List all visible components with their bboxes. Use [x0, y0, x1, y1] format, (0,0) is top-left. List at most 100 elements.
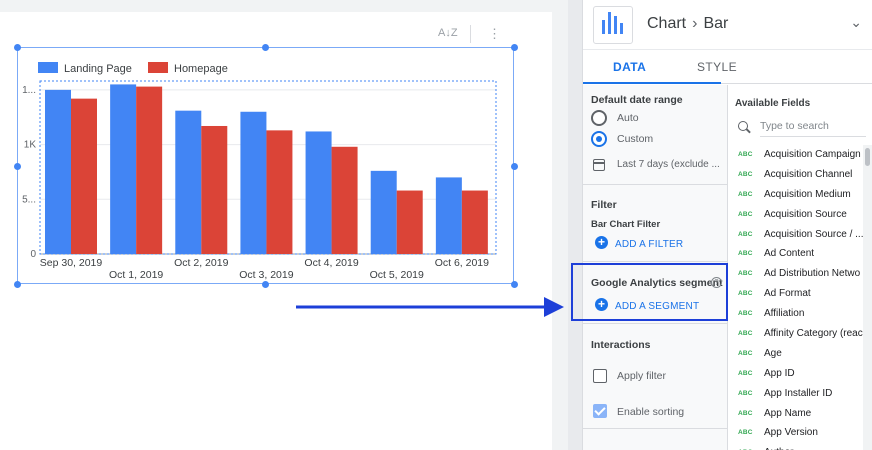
text-type-icon: ABC	[738, 409, 753, 417]
bar-landing-page	[370, 170, 397, 254]
apply-filter-checkbox[interactable]	[593, 369, 607, 383]
y-tick-label: 0	[30, 249, 36, 260]
field-item[interactable]: ABC Acquisition Source	[728, 205, 872, 225]
bar-chart-svg: 0 5... 1K 1... Sep 30, 2019 Oct 1, 2019 Oct 2,…	[22, 62, 497, 281]
field-name: Acquisition Channel	[764, 168, 853, 180]
date-range-title: Default date range	[591, 94, 683, 106]
field-name: Ad Format	[764, 288, 811, 300]
field-name: Ad Distribution Netwo	[764, 268, 861, 280]
add-filter-plus-icon[interactable]: +	[595, 236, 608, 249]
segment-highlight-box	[571, 263, 728, 321]
interactions-title: Interactions	[591, 339, 651, 351]
legend-label: Landing Page	[64, 63, 132, 75]
apply-filter-label[interactable]: Apply filter	[617, 370, 666, 382]
section-divider	[583, 184, 728, 185]
x-tick-label: Oct 6, 2019	[435, 257, 489, 269]
section-divider	[583, 261, 728, 262]
panel-tabs: DATA STYLE	[583, 50, 872, 84]
field-item[interactable]: ABC Acquisition Source / ...	[728, 225, 872, 245]
annotation-arrow	[296, 297, 564, 317]
search-icon	[738, 121, 748, 131]
radio-auto[interactable]	[591, 110, 607, 126]
field-item[interactable]: ABC Ad Format	[728, 284, 872, 304]
more-vertical-icon[interactable]: ⋮	[488, 27, 501, 41]
text-type-icon: ABC	[738, 429, 753, 437]
chevron-down-icon[interactable]: ⌄	[850, 14, 862, 31]
field-search-input[interactable]	[760, 115, 866, 137]
x-tick-label: Sep 30, 2019	[40, 257, 103, 269]
available-fields-column: Available Fields ABC Acquisition Campaign…	[728, 85, 872, 450]
text-type-icon: ABC	[738, 270, 753, 278]
resize-handle-top-left[interactable]	[14, 44, 21, 51]
field-name: App Version	[764, 427, 818, 439]
resize-handle-top[interactable]	[262, 44, 269, 51]
tab-data[interactable]: DATA	[613, 60, 646, 74]
sort-az-icon[interactable]: A↓Z	[438, 27, 458, 39]
bar-homepage	[136, 86, 163, 254]
add-filter-button[interactable]: ADD A FILTER	[615, 239, 683, 250]
legend-swatch	[38, 62, 58, 73]
field-item[interactable]: ABC Affinity Category (reac	[728, 324, 872, 344]
tab-style[interactable]: STYLE	[697, 60, 737, 74]
field-item[interactable]: ABC App ID	[728, 364, 872, 384]
radio-auto-label[interactable]: Auto	[617, 112, 639, 124]
text-type-icon: ABC	[738, 250, 753, 258]
field-name: App Name	[764, 407, 812, 419]
bar-homepage	[331, 146, 358, 254]
field-item[interactable]: ABC Affiliation	[728, 304, 872, 324]
bar-chart-type-icon[interactable]	[593, 6, 633, 44]
radio-custom-label[interactable]: Custom	[617, 133, 653, 145]
bar-chart[interactable]: 0 5... 1K 1... Sep 30, 2019 Oct 1, 2019 Oct 2,…	[17, 47, 514, 284]
text-type-icon: ABC	[738, 369, 753, 377]
resize-handle-left[interactable]	[14, 163, 21, 170]
enable-sorting-checkbox[interactable]	[593, 404, 607, 418]
bar-homepage	[461, 190, 488, 254]
field-name: Affiliation	[764, 308, 805, 320]
text-type-icon: ABC	[738, 170, 753, 178]
text-type-icon: ABC	[738, 349, 753, 357]
x-tick-label: Oct 4, 2019	[304, 257, 358, 269]
bar-homepage	[396, 190, 423, 254]
report-editor: A↓Z ⋮ 0 5... 1K 1... Sep 30, 2019 Oct 1, 2019…	[0, 0, 872, 450]
field-item[interactable]: ABC App Installer ID	[728, 384, 872, 404]
x-tick-label: Oct 3, 2019	[239, 269, 293, 281]
field-name: App ID	[764, 367, 795, 379]
field-item[interactable]: ABC Acquisition Campaign	[728, 145, 872, 165]
section-divider	[583, 428, 728, 429]
field-name: Acquisition Medium	[764, 188, 851, 200]
breadcrumb-bar: Bar	[703, 15, 729, 32]
bar-homepage	[71, 98, 97, 254]
section-divider	[583, 323, 728, 324]
text-type-icon: ABC	[738, 151, 753, 158]
field-item[interactable]: ABC App Name	[728, 404, 872, 424]
legend-label: Homepage	[174, 63, 228, 75]
date-range-value[interactable]: Last 7 days (exclude ...	[617, 159, 725, 170]
field-name: Ad Content	[764, 248, 815, 260]
field-item[interactable]: ABC Acquisition Medium	[728, 185, 872, 205]
field-item[interactable]: ABC Age	[728, 344, 872, 364]
field-item[interactable]: ABC Acquisition Channel	[728, 165, 872, 185]
field-name: Age	[764, 347, 782, 359]
enable-sorting-label[interactable]: Enable sorting	[617, 406, 684, 418]
resize-handle-bottom-left[interactable]	[14, 281, 21, 288]
text-type-icon: ABC	[738, 190, 753, 198]
text-type-icon: ABC	[738, 290, 753, 298]
bar-landing-page	[110, 84, 137, 254]
field-item[interactable]: ABC Ad Distribution Netwo	[728, 264, 872, 284]
field-name: Affinity Category (reac	[764, 328, 863, 340]
field-item[interactable]: ABCAuthor	[728, 443, 872, 450]
x-tick-label: Oct 5, 2019	[370, 269, 424, 281]
radio-custom[interactable]	[591, 131, 607, 147]
breadcrumb-chart[interactable]: Chart	[647, 15, 686, 32]
resize-handle-right[interactable]	[511, 163, 518, 170]
report-canvas: A↓Z ⋮ 0 5... 1K 1... Sep 30, 2019 Oct 1, 2019…	[0, 0, 568, 450]
resize-handle-bottom[interactable]	[262, 281, 269, 288]
field-item[interactable]: ABC App Version	[728, 423, 872, 443]
resize-handle-top-right[interactable]	[511, 44, 518, 51]
field-name: Acquisition Source / ...	[764, 228, 864, 240]
y-tick-label: 5...	[22, 194, 36, 205]
field-item[interactable]: ABC Ad Content	[728, 244, 872, 264]
chevron-right-icon: ›	[692, 15, 698, 32]
resize-handle-bottom-right[interactable]	[511, 281, 518, 288]
bar-landing-page	[305, 131, 332, 254]
